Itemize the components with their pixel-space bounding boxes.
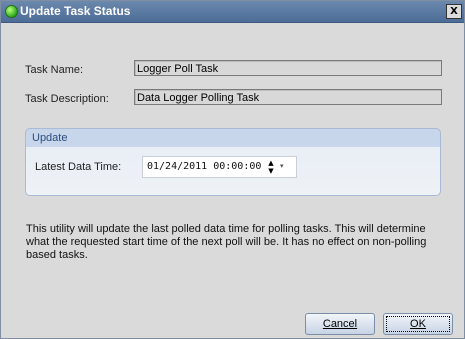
task-description-label: Task Description: — [25, 93, 109, 105]
task-name-field: Logger Poll Task — [134, 60, 442, 76]
app-status-icon — [5, 5, 18, 18]
ok-button-label: OK — [410, 318, 426, 330]
task-description-field: Data Logger Polling Task — [134, 89, 442, 105]
title-bar[interactable]: Update Task Status X — [1, 1, 464, 23]
latest-data-time-picker[interactable]: 01/24/2011 00:00:00 ▲ ▼ ▾ — [142, 156, 297, 178]
update-group-title: Update — [32, 132, 68, 144]
latest-data-time-label: Latest Data Time: — [35, 161, 122, 173]
close-button[interactable]: X — [446, 4, 462, 19]
ok-button[interactable]: OK — [383, 313, 453, 335]
window-title: Update Task Status — [20, 4, 131, 18]
spin-up-icon[interactable]: ▲ — [267, 159, 275, 167]
task-name-label: Task Name: — [25, 64, 84, 76]
help-text: This utility will update the last polled… — [26, 223, 427, 261]
spin-down-icon[interactable]: ▼ — [267, 167, 275, 175]
latest-data-time-value[interactable]: 01/24/2011 00:00:00 — [147, 161, 261, 172]
cancel-button[interactable]: Cancel — [305, 313, 375, 335]
chevron-down-icon[interactable]: ▾ — [280, 162, 288, 172]
cancel-button-label: Cancel — [322, 318, 358, 330]
update-task-status-dialog: Update Task Status X Task Name: Logger P… — [0, 0, 465, 339]
update-group: Update Latest Data Time: 01/24/2011 00:0… — [25, 128, 441, 196]
time-spinner[interactable]: ▲ ▼ — [267, 159, 275, 175]
